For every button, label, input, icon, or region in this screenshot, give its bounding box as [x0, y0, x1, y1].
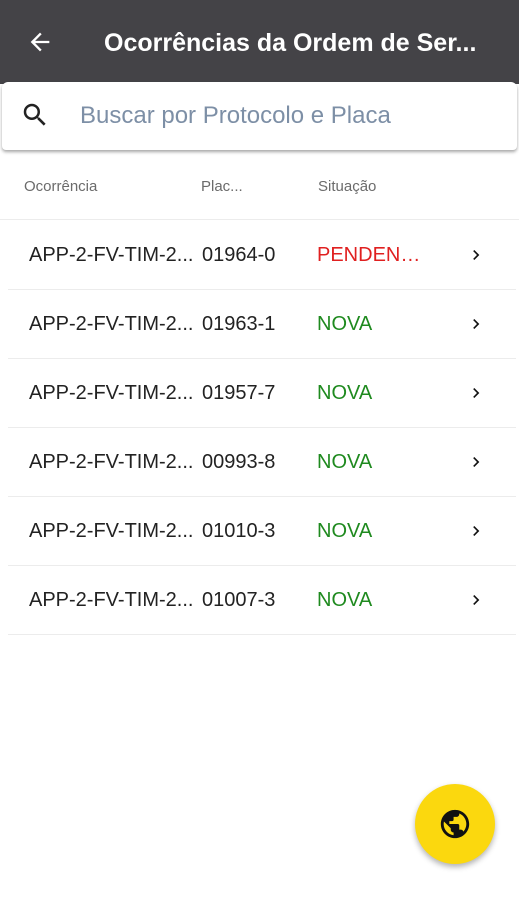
cell-ocorrencia: APP-2-FV-TIM-2...: [29, 244, 194, 266]
cell-situacao: NOVA: [317, 520, 373, 542]
cell-ocorrencia: APP-2-FV-TIM-2...: [29, 451, 194, 473]
chevron-right-icon[interactable]: [466, 452, 486, 472]
chevron-right-icon[interactable]: [466, 590, 486, 610]
cell-placa: 01007-3: [202, 589, 276, 611]
cell-ocorrencia: APP-2-FV-TIM-2...: [29, 382, 194, 404]
cell-placa: 01964-0: [202, 244, 276, 266]
cell-ocorrencia: APP-2-FV-TIM-2...: [29, 313, 194, 335]
table-row[interactable]: APP-2-FV-TIM-2... 01957-7 NOVA: [8, 359, 516, 428]
page-title: Ocorrências da Ordem de Ser...: [104, 29, 477, 57]
table-row[interactable]: APP-2-FV-TIM-2... 00993-8 NOVA: [8, 428, 516, 497]
app-bar: Ocorrências da Ordem de Ser...: [0, 0, 519, 84]
cell-situacao: NOVA: [317, 589, 373, 611]
cell-situacao: NOVA: [317, 313, 373, 335]
search-bar: [2, 82, 517, 150]
occurrence-list: APP-2-FV-TIM-2... 01964-0 PENDENT... APP…: [8, 221, 516, 635]
column-header-ocorrencia: Ocorrência: [24, 178, 98, 195]
cell-situacao: NOVA: [317, 382, 373, 404]
cell-placa: 01963-1: [202, 313, 276, 335]
back-button[interactable]: [22, 24, 58, 60]
table-row[interactable]: APP-2-FV-TIM-2... 01963-1 NOVA: [8, 290, 516, 359]
cell-placa: 00993-8: [202, 451, 276, 473]
arrow-left-icon: [30, 32, 50, 52]
chevron-right-icon[interactable]: [466, 521, 486, 541]
header-divider: [0, 219, 519, 220]
cell-placa: 01010-3: [202, 520, 276, 542]
search-input[interactable]: [80, 96, 500, 136]
chevron-right-icon[interactable]: [466, 245, 486, 265]
search-icon: [23, 103, 46, 126]
column-header-situacao: Situação: [318, 178, 377, 195]
chevron-right-icon[interactable]: [466, 383, 486, 403]
cell-situacao: NOVA: [317, 451, 373, 473]
cell-placa: 01957-7: [202, 382, 276, 404]
column-header-placa: Plac...: [201, 178, 243, 195]
cell-ocorrencia: APP-2-FV-TIM-2...: [29, 520, 194, 542]
globe-fab-button[interactable]: [415, 784, 495, 864]
globe-icon: [440, 809, 470, 839]
table-row[interactable]: APP-2-FV-TIM-2... 01010-3 NOVA: [8, 497, 516, 566]
chevron-right-icon[interactable]: [466, 314, 486, 334]
cell-situacao: PENDENT...: [317, 244, 425, 266]
table-row[interactable]: APP-2-FV-TIM-2... 01007-3 NOVA: [8, 566, 516, 635]
table-row[interactable]: APP-2-FV-TIM-2... 01964-0 PENDENT...: [8, 221, 516, 290]
cell-ocorrencia: APP-2-FV-TIM-2...: [29, 589, 194, 611]
